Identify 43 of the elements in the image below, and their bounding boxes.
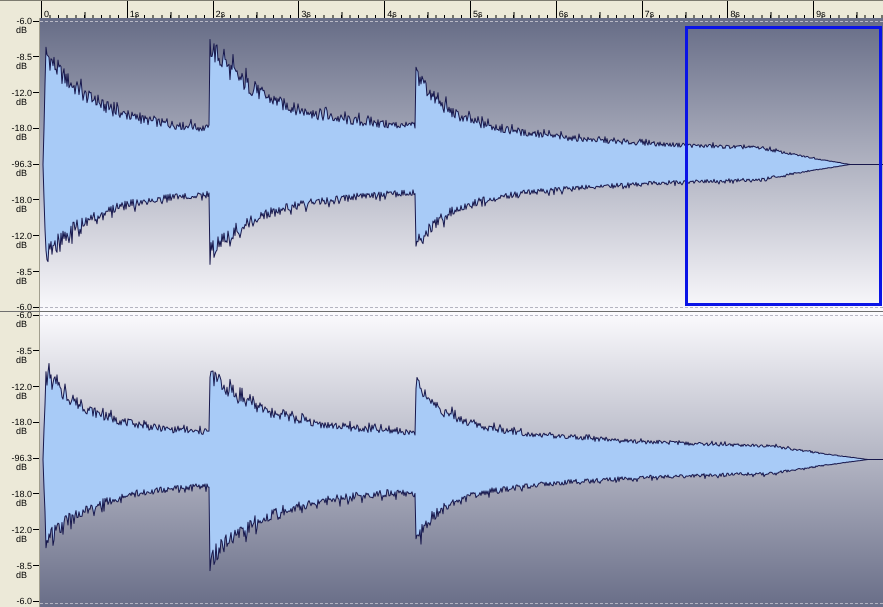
unit-label: dB [14, 570, 28, 579]
unit-label: dB [14, 26, 28, 34]
axis-label: -96.3 [10, 454, 33, 462]
axis-label: -18.0 [10, 490, 33, 498]
unit-label: dB [14, 204, 28, 213]
time-label: 8s [730, 10, 740, 18]
time-label: 2s [216, 10, 226, 18]
axis-label: -18.0 [10, 124, 33, 132]
axis-label: -6.0 [15, 303, 33, 312]
time-label: 3s [301, 10, 311, 18]
axis-label: -8.5 [15, 268, 33, 276]
axis-label: -12.0 [10, 88, 33, 97]
unit-label: dB [14, 356, 28, 364]
axis-label: -8.5 [15, 346, 33, 355]
axis-label: -8.5 [15, 562, 33, 570]
unit-label: dB [14, 534, 28, 543]
time-label: 1s [130, 10, 140, 18]
unit-label: dB [14, 98, 28, 106]
axis-label: -8.5 [15, 52, 33, 61]
unit-label: dB [14, 133, 28, 142]
unit-label: dB [14, 498, 28, 507]
axis-label: -96.3 [10, 160, 33, 168]
axis-label: -12.0 [10, 382, 33, 391]
unit-label: dB [14, 169, 28, 178]
time-label: 5s [472, 10, 482, 18]
unit-label: dB [14, 320, 28, 328]
axis-label: -18.0 [10, 196, 33, 204]
unit-label: dB [14, 62, 28, 70]
time-label: 4s [387, 10, 397, 18]
axis-label: -12.0 [10, 232, 33, 240]
axis-label: -6.0 [15, 597, 33, 606]
axis-label: -6.0 [15, 17, 33, 25]
axis-label: -18.0 [10, 418, 33, 426]
axis-label: -6.0 [15, 311, 33, 319]
unit-label: dB [14, 427, 28, 436]
unit-label: dB [14, 276, 28, 285]
unit-label: dB [14, 463, 28, 472]
time-label: 9s [816, 10, 826, 18]
unit-label: dB [14, 392, 28, 400]
unit-label: dB [14, 240, 28, 249]
axis-label: -12.0 [10, 526, 33, 534]
time-label: 6s [558, 10, 568, 18]
time-label: 0 [44, 10, 50, 18]
